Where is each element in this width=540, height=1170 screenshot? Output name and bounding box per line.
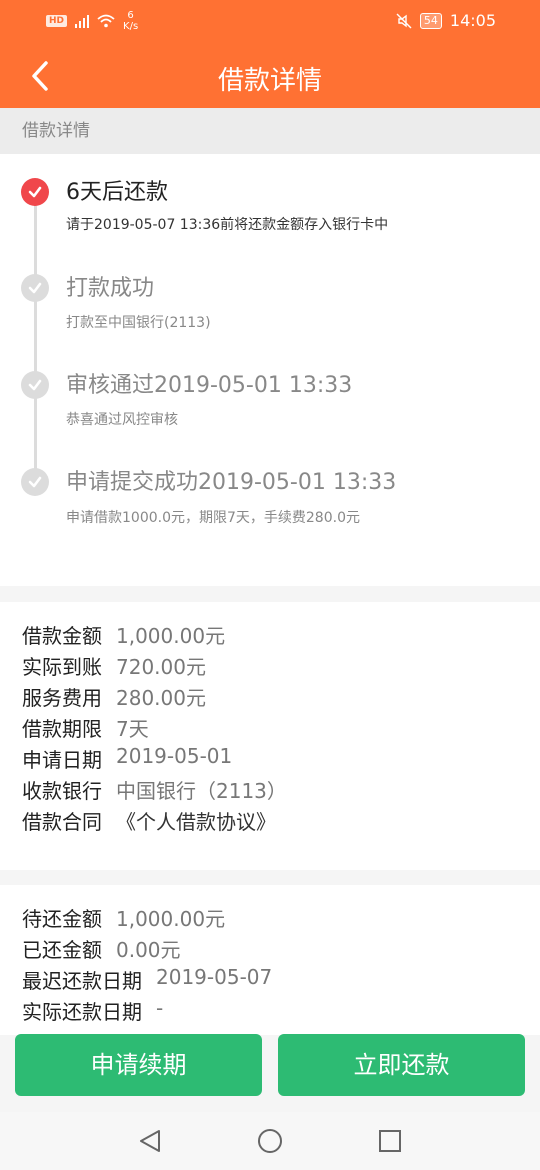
timeline-card: 6天后还款 请于2019-05-07 13:36前将还款金额存入银行卡中 打款成… bbox=[0, 154, 540, 586]
status-right: 54 14:05 bbox=[396, 11, 496, 30]
info-label: 申请日期 bbox=[22, 748, 102, 772]
info-label: 实际到账 bbox=[22, 655, 102, 679]
info-value: 280.00元 bbox=[116, 686, 206, 710]
mute-icon bbox=[396, 13, 412, 28]
system-nav-bar bbox=[0, 1112, 540, 1170]
info-label: 实际还款日期 bbox=[22, 1000, 142, 1024]
triangle-back-icon bbox=[140, 1130, 160, 1152]
hd-badge: HD bbox=[46, 15, 68, 27]
nav-recents-button[interactable] bbox=[375, 1126, 405, 1156]
circle-home-icon bbox=[258, 1129, 282, 1153]
section-label: 借款详情 bbox=[0, 108, 540, 154]
step-title: 审核通过2019-05-01 13:33 bbox=[66, 373, 353, 398]
info-value: 2019-05-01 bbox=[116, 744, 233, 768]
info-value: 0.00元 bbox=[116, 938, 181, 962]
check-circle-icon bbox=[21, 178, 49, 206]
repay-info-card: 待还金额 1,000.00元 已还金额 0.00元 最迟还款日期 2019-05-07… bbox=[0, 885, 540, 1035]
page-title: 借款详情 bbox=[217, 66, 322, 96]
info-value: 2019-05-07 bbox=[156, 965, 273, 989]
info-value: 720.00元 bbox=[116, 655, 206, 679]
nav-bar: 借款详情 bbox=[0, 44, 540, 108]
check-circle-icon bbox=[21, 274, 49, 302]
info-label: 待还金额 bbox=[22, 907, 102, 931]
repay-button[interactable]: 立即还款 bbox=[278, 1034, 525, 1096]
info-row: 借款金额 1,000.00元 bbox=[22, 620, 225, 649]
step-title: 6天后还款 bbox=[66, 180, 168, 205]
step-desc: 打款至中国银行(2113) bbox=[66, 315, 211, 331]
info-label: 借款合同 bbox=[22, 810, 102, 834]
step-desc: 请于2019-05-07 13:36前将还款金额存入银行卡中 bbox=[66, 217, 389, 233]
info-row: 待还金额 1,000.00元 bbox=[22, 903, 225, 932]
info-label: 最迟还款日期 bbox=[22, 969, 142, 993]
nav-back-button[interactable] bbox=[135, 1126, 165, 1156]
info-row: 收款银行 中国银行（2113） bbox=[22, 775, 287, 804]
info-value: 1,000.00元 bbox=[116, 624, 226, 648]
info-label: 收款银行 bbox=[22, 779, 102, 803]
speed-unit: K/s bbox=[123, 21, 139, 32]
step-desc: 申请借款1000.0元，期限7天，手续费280.0元 bbox=[66, 510, 360, 526]
contract-link[interactable]: 《个人借款协议》 bbox=[116, 806, 276, 835]
check-circle-icon bbox=[21, 371, 49, 399]
info-label: 服务费用 bbox=[22, 686, 102, 710]
clock: 14:05 bbox=[449, 11, 496, 30]
info-row: 服务费用 280.00元 bbox=[22, 682, 206, 711]
step-title: 打款成功 bbox=[66, 276, 155, 301]
loan-info-card: 借款金额 1,000.00元 实际到账 720.00元 服务费用 280.00元 借款… bbox=[0, 602, 540, 870]
step-desc: 恭喜通过风控审核 bbox=[66, 412, 178, 428]
info-row: 最迟还款日期 2019-05-07 bbox=[22, 965, 272, 994]
battery-indicator: 54 bbox=[419, 12, 442, 29]
info-row: 实际还款日期 - bbox=[22, 996, 163, 1025]
info-row: 借款期限 7天 bbox=[22, 713, 149, 742]
step-title: 申请提交成功2019-05-01 13:33 bbox=[66, 470, 397, 495]
status-left: HD 6 K/s bbox=[46, 10, 138, 32]
info-row: 借款合同 《个人借款协议》 bbox=[22, 806, 276, 835]
square-recents-icon bbox=[379, 1130, 401, 1152]
cell-signal-icon bbox=[75, 14, 90, 28]
info-label: 借款期限 bbox=[22, 717, 102, 741]
info-row: 实际到账 720.00元 bbox=[22, 651, 206, 680]
info-label: 借款金额 bbox=[22, 624, 102, 648]
status-bar: HD 6 K/s 54 14:05 bbox=[0, 0, 540, 44]
nav-home-button[interactable] bbox=[255, 1126, 285, 1156]
info-value: - bbox=[156, 996, 164, 1020]
info-row: 已还金额 0.00元 bbox=[22, 934, 181, 963]
speed-value: 6 bbox=[127, 10, 134, 21]
renew-button[interactable]: 申请续期 bbox=[15, 1034, 262, 1096]
info-value: 中国银行（2113） bbox=[116, 779, 287, 803]
timeline-line bbox=[34, 194, 37, 484]
info-label: 已还金额 bbox=[22, 938, 102, 962]
check-circle-icon bbox=[21, 468, 49, 496]
info-row: 申请日期 2019-05-01 bbox=[22, 744, 232, 773]
info-value: 7天 bbox=[116, 717, 149, 741]
network-speed: 6 K/s bbox=[123, 10, 138, 32]
wifi-icon bbox=[97, 14, 115, 28]
info-value: 1,000.00元 bbox=[116, 907, 226, 931]
